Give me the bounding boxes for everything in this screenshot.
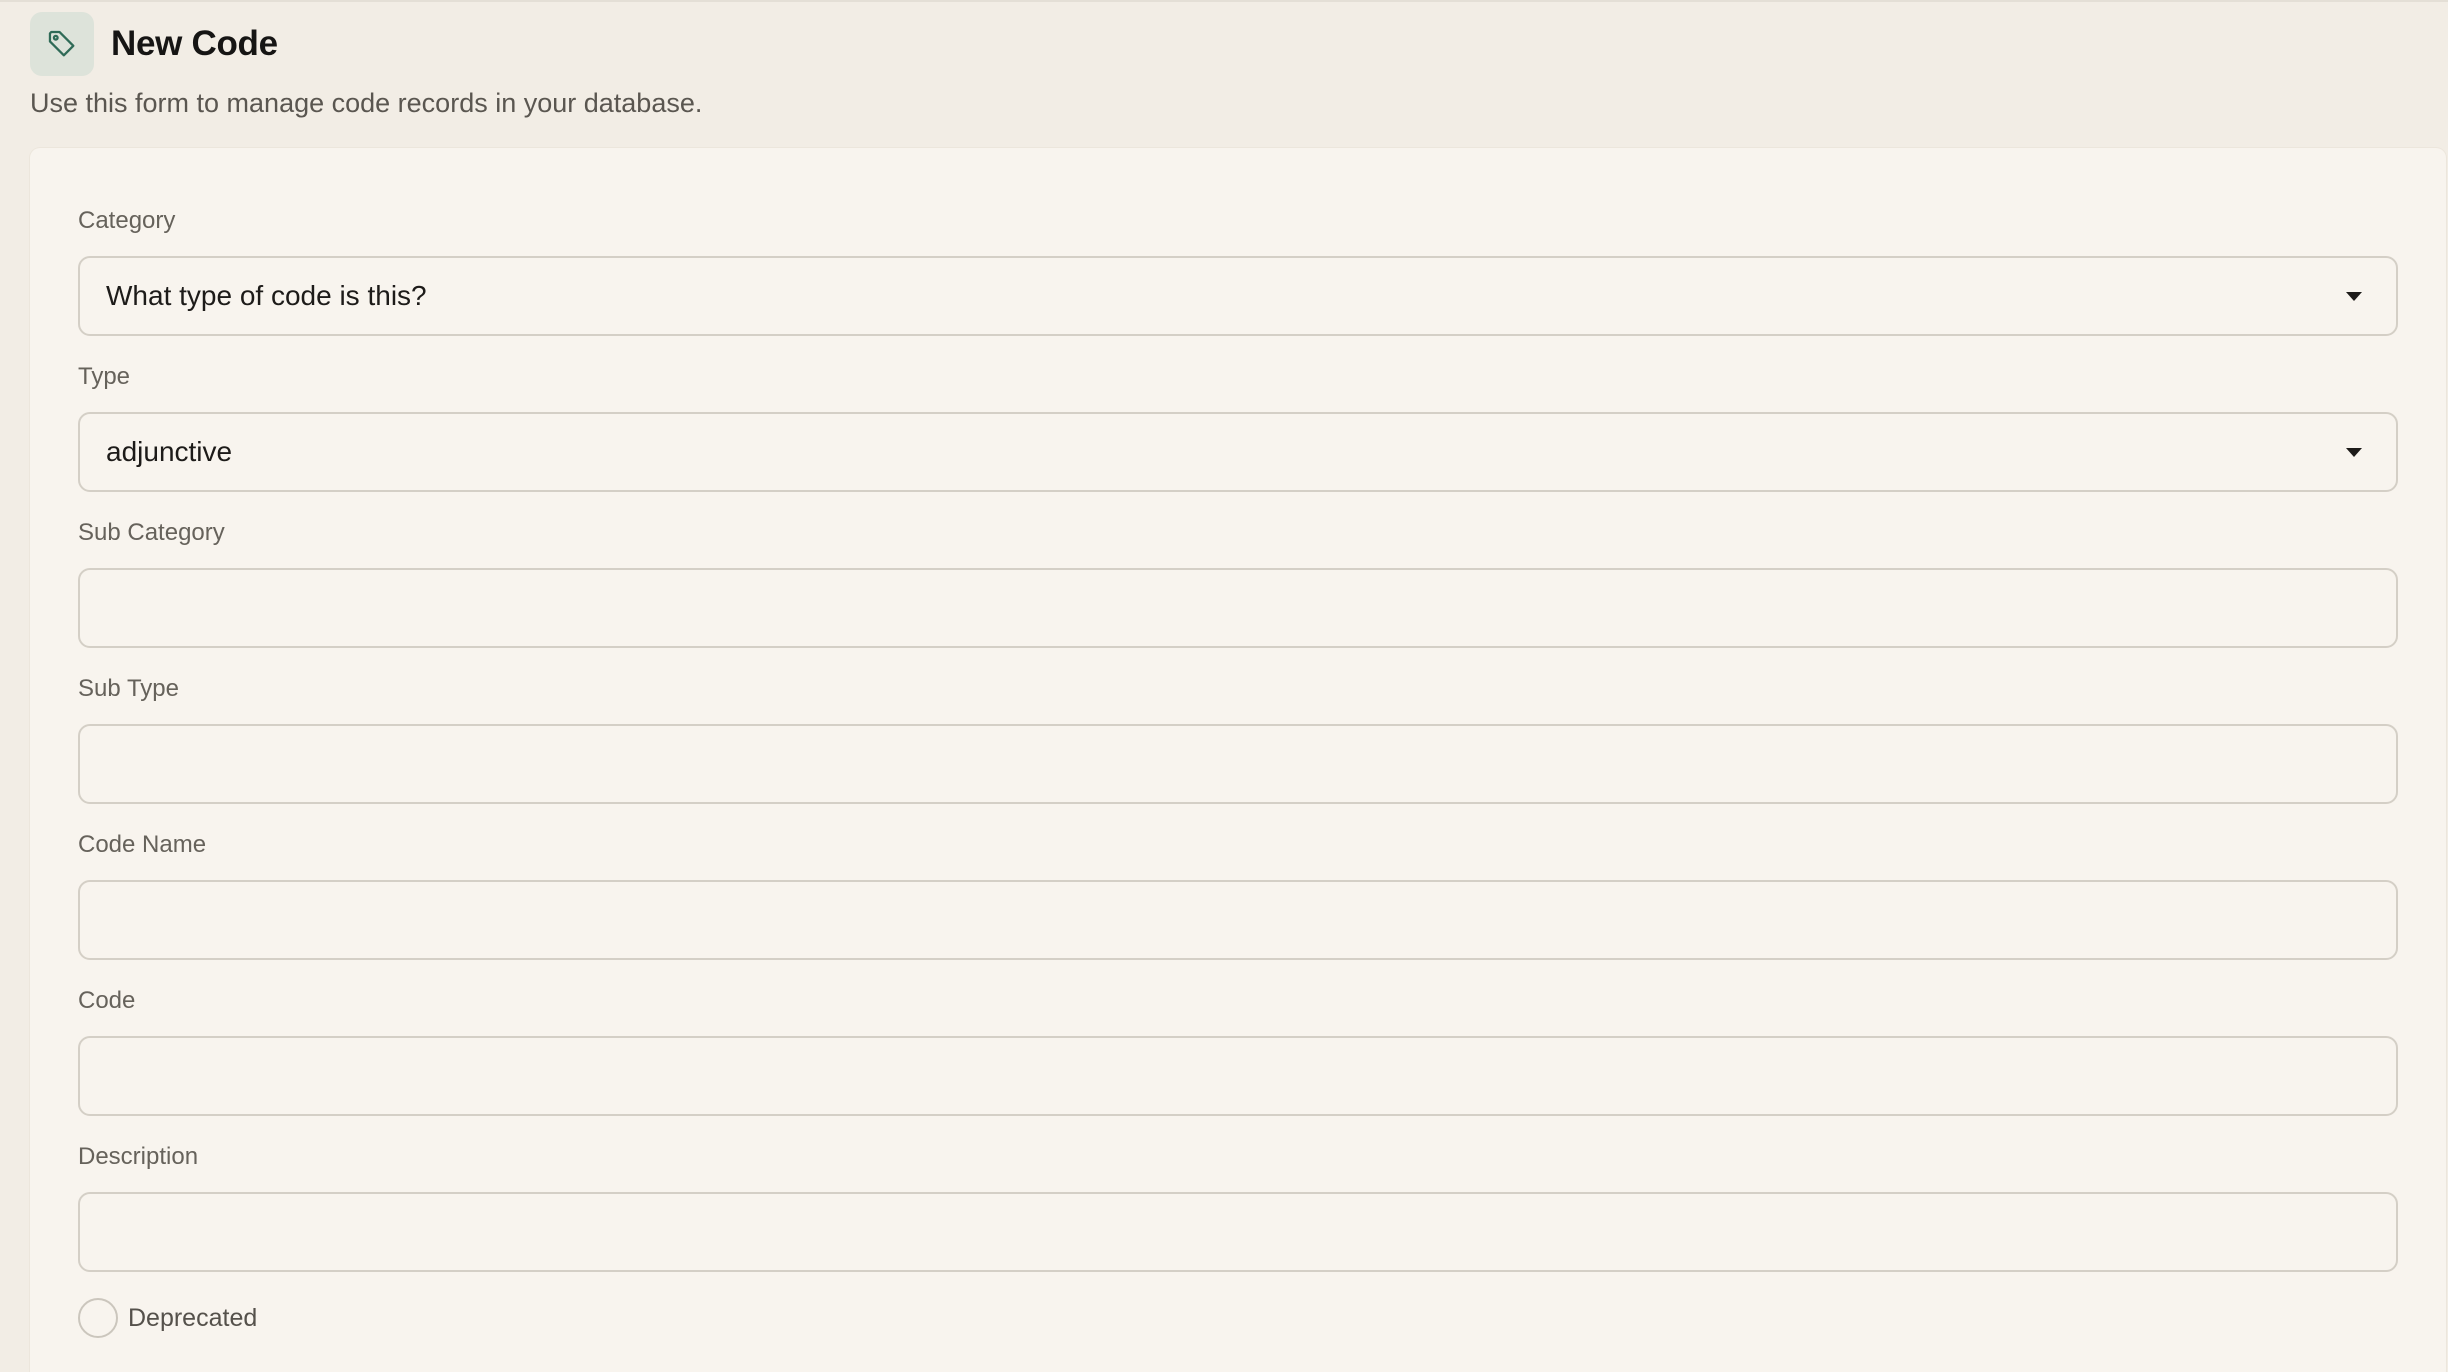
category-field: Category What type of code is this? bbox=[78, 206, 2398, 336]
deprecated-option[interactable]: Deprecated bbox=[78, 1298, 257, 1338]
category-select[interactable]: What type of code is this? bbox=[78, 256, 2398, 336]
description-field: Description bbox=[78, 1142, 2398, 1272]
category-select-placeholder: What type of code is this? bbox=[106, 280, 427, 311]
page-subtitle: Use this form to manage code records in … bbox=[30, 88, 703, 118]
description-label: Description bbox=[78, 1143, 199, 1170]
deprecated-label[interactable]: Deprecated bbox=[128, 1304, 257, 1333]
code-name-field: Code Name bbox=[78, 830, 2398, 960]
sub-category-field: Sub Category bbox=[78, 518, 2398, 648]
page-title: New Code bbox=[111, 24, 278, 63]
code-label: Code bbox=[78, 987, 136, 1014]
sub-type-field: Sub Type bbox=[78, 674, 2398, 804]
sub-type-input[interactable] bbox=[78, 724, 2398, 804]
type-field: Type adjunctive bbox=[78, 362, 2398, 492]
page-header: New Code Use this form to manage code re… bbox=[30, 12, 2418, 119]
title-row: New Code bbox=[30, 12, 2418, 76]
code-field: Code bbox=[78, 986, 2398, 1116]
sub-category-input[interactable] bbox=[78, 568, 2398, 648]
code-input[interactable] bbox=[78, 1036, 2398, 1116]
chevron-down-icon bbox=[2346, 448, 2362, 457]
tag-icon bbox=[30, 12, 94, 76]
category-label: Category bbox=[78, 207, 176, 234]
sub-category-label: Sub Category bbox=[78, 519, 225, 546]
description-input[interactable] bbox=[78, 1192, 2398, 1272]
type-select[interactable]: adjunctive bbox=[78, 412, 2398, 492]
sub-type-label: Sub Type bbox=[78, 675, 179, 702]
form-card: Category What type of code is this? Type… bbox=[30, 148, 2446, 1372]
type-select-value: adjunctive bbox=[106, 436, 233, 467]
page: New Code Use this form to manage code re… bbox=[0, 0, 2448, 1372]
deprecated-checkbox[interactable] bbox=[78, 1298, 118, 1338]
type-label: Type bbox=[78, 363, 131, 390]
code-name-input[interactable] bbox=[78, 880, 2398, 960]
code-name-label: Code Name bbox=[78, 831, 207, 858]
chevron-down-icon bbox=[2346, 292, 2362, 301]
